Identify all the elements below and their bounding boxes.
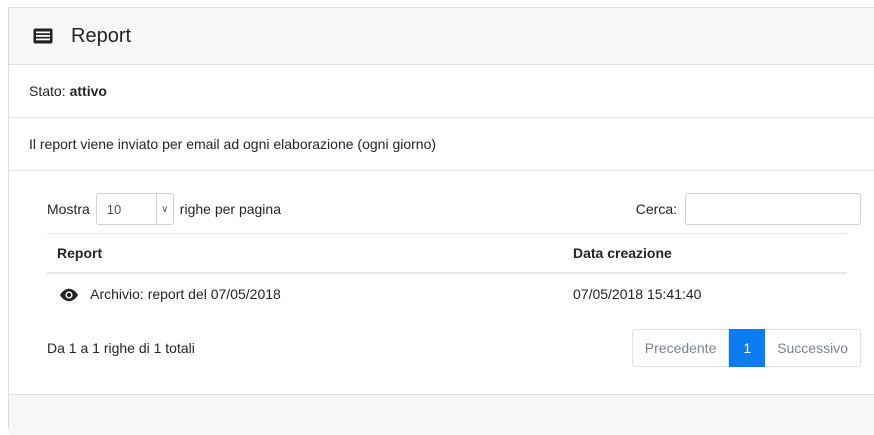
- status-label: Stato:: [29, 83, 66, 99]
- report-table-area: Mostra 10 ∨ righe per pagina Cerca: Repo…: [9, 171, 874, 393]
- page-length-control: Mostra 10 ∨ righe per pagina: [47, 193, 281, 225]
- search-control: Cerca:: [636, 193, 861, 225]
- search-input[interactable]: [685, 193, 861, 225]
- table-summary: Da 1 a 1 righe di 1 totali: [47, 340, 195, 356]
- panel-footer: [9, 394, 874, 435]
- chevron-down-icon: ∨: [155, 194, 173, 224]
- status-row: Stato: attivo: [9, 65, 874, 118]
- table-header-row: Report Data creazione: [47, 233, 847, 274]
- report-cell: Archivio: report del 07/05/2018: [47, 273, 563, 314]
- page-size-value: 10: [106, 201, 122, 217]
- status-value: attivo: [69, 83, 107, 99]
- table-controls: Mostra 10 ∨ righe per pagina Cerca:: [47, 193, 861, 225]
- panel-header: Report: [9, 8, 874, 65]
- page-1-button[interactable]: 1: [729, 329, 766, 367]
- previous-page-button[interactable]: Precedente: [631, 329, 730, 367]
- eye-icon[interactable]: [59, 288, 79, 302]
- show-label: Mostra: [47, 201, 90, 217]
- report-table: Report Data creazione Archivio: report d…: [47, 233, 847, 314]
- list-card-icon: [33, 28, 53, 44]
- column-header-report[interactable]: Report: [47, 233, 563, 274]
- table-footer: Da 1 a 1 righe di 1 totali Precedente 1 …: [47, 329, 861, 367]
- report-link[interactable]: Archivio: report del 07/05/2018: [90, 286, 281, 302]
- rows-per-page-label: righe per pagina: [179, 201, 281, 217]
- column-header-date[interactable]: Data creazione: [563, 233, 847, 274]
- report-panel: Report Stato: attivo Il report viene inv…: [8, 7, 874, 435]
- page-size-select[interactable]: 10 ∨: [95, 193, 174, 225]
- date-cell: 07/05/2018 15:41:40: [573, 286, 702, 302]
- info-text: Il report viene inviato per email ad ogn…: [29, 136, 437, 152]
- info-row: Il report viene inviato per email ad ogn…: [9, 118, 874, 171]
- next-page-button[interactable]: Successivo: [765, 329, 861, 367]
- table-row: Archivio: report del 07/05/2018 07/05/20…: [47, 273, 847, 314]
- search-label: Cerca:: [635, 201, 677, 217]
- panel-title: Report: [71, 24, 132, 47]
- pagination: Precedente 1 Successivo: [631, 329, 861, 367]
